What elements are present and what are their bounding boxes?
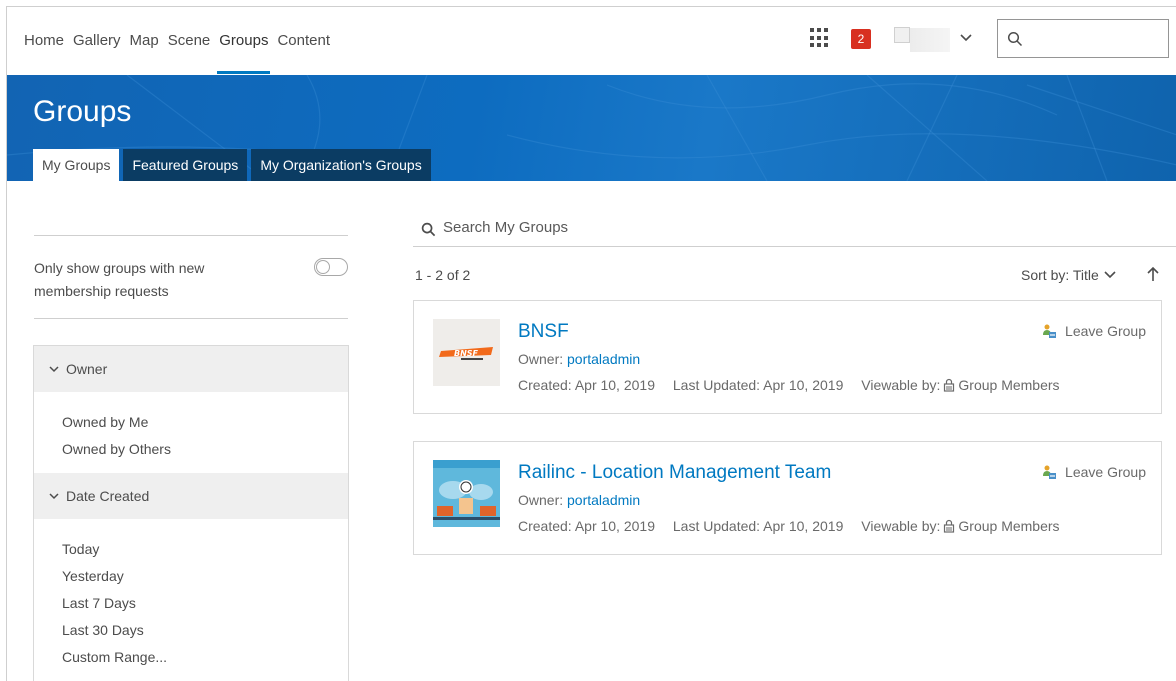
group-title[interactable]: BNSF bbox=[518, 321, 569, 343]
owner-link[interactable]: portaladmin bbox=[567, 492, 640, 508]
chevron-down-icon bbox=[49, 493, 59, 500]
facet-title: Date Created bbox=[66, 488, 150, 504]
viewable-by-label: Viewable by: bbox=[861, 377, 941, 393]
railinc-thumbnail-image bbox=[433, 460, 500, 527]
viewable-by-value: Group Members bbox=[958, 518, 1060, 534]
created-date: Created: Apr 10, 2019 bbox=[518, 377, 655, 393]
filter-last-30-days[interactable]: Last 30 Days bbox=[62, 617, 348, 644]
nav-map[interactable]: Map bbox=[130, 32, 159, 49]
sort-label: Sort by: Title bbox=[1021, 267, 1099, 283]
group-thumbnail[interactable]: BNSF bbox=[433, 319, 500, 386]
group-card: BNSF BNSF Owner: portaladmin Created: Ap… bbox=[413, 300, 1162, 414]
group-thumbnail[interactable] bbox=[433, 460, 500, 527]
leave-group-button[interactable]: Leave Group bbox=[1041, 323, 1146, 339]
facet-body-owner: Owned by Me Owned by Others bbox=[34, 392, 348, 473]
owner-label: Owner: bbox=[518, 492, 568, 508]
divider bbox=[34, 235, 348, 236]
groups-banner: Groups My Groups Featured Groups My Orga… bbox=[7, 75, 1176, 181]
facet-body-date-created: Today Yesterday Last 7 Days Last 30 Days… bbox=[34, 519, 348, 681]
chevron-down-icon bbox=[49, 366, 59, 373]
viewable-by-value: Group Members bbox=[958, 377, 1060, 393]
toggle-knob bbox=[316, 260, 330, 274]
nav-groups[interactable]: Groups bbox=[217, 32, 271, 74]
search-icon bbox=[1007, 31, 1023, 47]
nav-gallery[interactable]: Gallery bbox=[73, 32, 121, 49]
leave-group-label: Leave Group bbox=[1065, 323, 1146, 339]
nav-content[interactable]: Content bbox=[277, 32, 330, 49]
group-meta: Created: Apr 10, 2019 Last Updated: Apr … bbox=[518, 377, 1060, 393]
group-leave-icon bbox=[1043, 465, 1057, 479]
sort-dropdown[interactable]: Sort by: Title bbox=[1021, 267, 1117, 283]
facet-header-date-created[interactable]: Date Created bbox=[34, 473, 348, 519]
bnsf-logo-image: BNSF bbox=[433, 319, 500, 386]
app-frame: Home Gallery Map Scene Groups Content 2 bbox=[6, 6, 1176, 681]
user-avatar[interactable] bbox=[894, 27, 910, 43]
filter-custom-range[interactable]: Custom Range... bbox=[62, 644, 348, 671]
nav-home[interactable]: Home bbox=[24, 32, 64, 49]
username-redacted[interactable] bbox=[910, 28, 950, 52]
search-icon bbox=[421, 222, 436, 237]
owner-label: Owner: bbox=[518, 351, 568, 367]
tab-featured-groups[interactable]: Featured Groups bbox=[123, 149, 248, 181]
membership-requests-toggle[interactable] bbox=[314, 258, 348, 276]
sort-ascending-arrow-icon[interactable] bbox=[1146, 265, 1160, 283]
group-tabs: My Groups Featured Groups My Organizatio… bbox=[33, 149, 435, 181]
created-date: Created: Apr 10, 2019 bbox=[518, 518, 655, 534]
lock-icon bbox=[944, 378, 955, 392]
tab-my-groups[interactable]: My Groups bbox=[33, 149, 120, 181]
chevron-down-icon bbox=[1104, 271, 1116, 279]
result-count: 1 - 2 of 2 bbox=[415, 267, 471, 283]
group-search-input[interactable] bbox=[443, 219, 1143, 236]
chevron-down-icon[interactable] bbox=[959, 31, 973, 45]
lock-icon bbox=[944, 519, 955, 533]
page-title: Groups bbox=[33, 95, 132, 128]
group-meta: Created: Apr 10, 2019 Last Updated: Apr … bbox=[518, 518, 1060, 534]
svg-text:BNSF: BNSF bbox=[454, 349, 479, 358]
updated-date: Last Updated: Apr 10, 2019 bbox=[672, 377, 844, 393]
filter-facets: Owner Owned by Me Owned by Others Date C… bbox=[33, 345, 349, 681]
notification-badge[interactable]: 2 bbox=[851, 29, 871, 49]
owner-line: Owner: portaladmin bbox=[518, 492, 640, 508]
updated-date: Last Updated: Apr 10, 2019 bbox=[672, 518, 844, 534]
group-leave-icon bbox=[1043, 324, 1057, 338]
filter-today[interactable]: Today bbox=[62, 536, 348, 563]
apps-grid-icon[interactable] bbox=[810, 28, 830, 48]
divider bbox=[34, 318, 348, 319]
nav-links: Home Gallery Map Scene Groups Content bbox=[24, 32, 339, 74]
facet-header-owner[interactable]: Owner bbox=[34, 346, 348, 392]
group-title[interactable]: Railinc - Location Management Team bbox=[518, 462, 831, 484]
owner-link[interactable]: portaladmin bbox=[567, 351, 640, 367]
filter-owned-by-me[interactable]: Owned by Me bbox=[62, 409, 348, 436]
filter-last-7-days[interactable]: Last 7 Days bbox=[62, 590, 348, 617]
group-card: Railinc - Location Management Team Owner… bbox=[413, 441, 1162, 555]
leave-group-label: Leave Group bbox=[1065, 464, 1146, 480]
filter-yesterday[interactable]: Yesterday bbox=[62, 563, 348, 590]
viewable-by-label: Viewable by: bbox=[861, 518, 941, 534]
leave-group-button[interactable]: Leave Group bbox=[1041, 464, 1146, 480]
filter-owned-by-others[interactable]: Owned by Others bbox=[62, 436, 348, 463]
facet-title: Owner bbox=[66, 361, 108, 377]
group-search-field bbox=[413, 213, 1176, 247]
global-search-input[interactable] bbox=[997, 19, 1169, 58]
top-navigation: Home Gallery Map Scene Groups Content 2 bbox=[7, 7, 1176, 75]
owner-line: Owner: portaladmin bbox=[518, 351, 640, 367]
toggle-label: Only show groups with new membership req… bbox=[34, 260, 205, 299]
tab-organization-groups[interactable]: My Organization's Groups bbox=[251, 149, 431, 181]
nav-scene[interactable]: Scene bbox=[168, 32, 211, 49]
